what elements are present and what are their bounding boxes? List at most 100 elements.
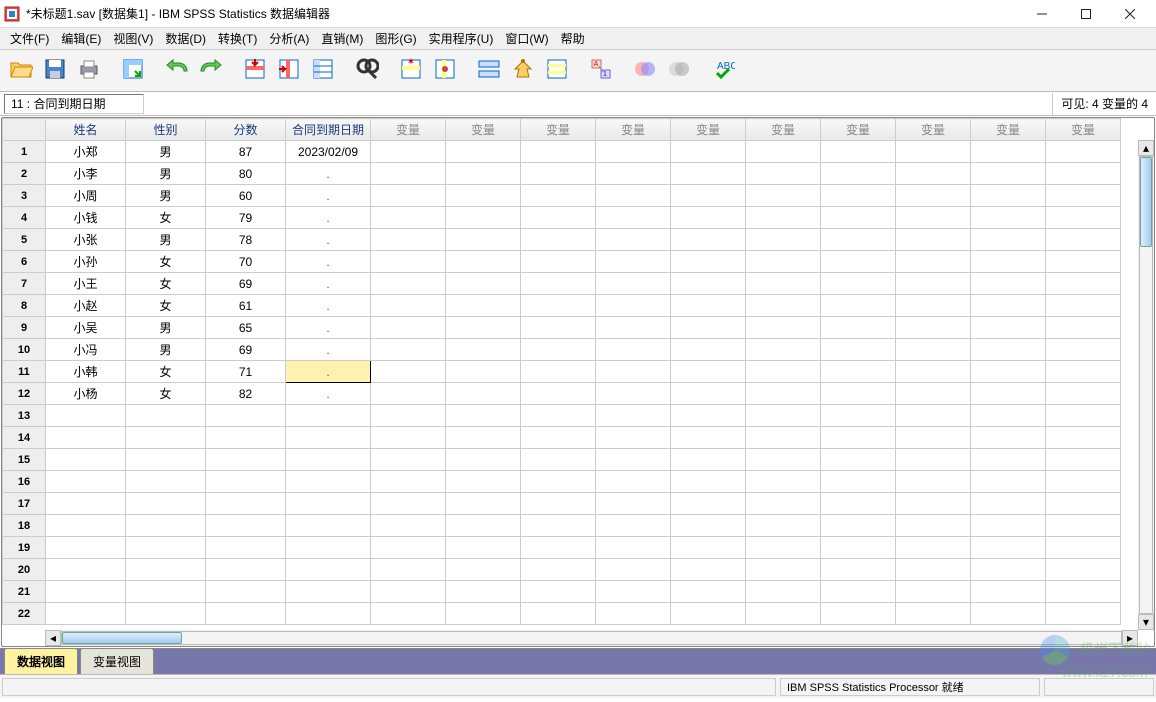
data-cell[interactable] (446, 581, 521, 603)
data-cell[interactable] (46, 537, 126, 559)
table-row[interactable]: 5小张男78. (3, 229, 1121, 251)
data-cell[interactable] (821, 295, 896, 317)
data-cell[interactable] (371, 383, 446, 405)
row-number[interactable]: 14 (3, 427, 46, 449)
table-row[interactable]: 13 (3, 405, 1121, 427)
data-cell[interactable]: 小韩 (46, 361, 126, 383)
data-cell[interactable] (126, 471, 206, 493)
data-cell[interactable] (521, 339, 596, 361)
data-cell[interactable] (446, 251, 521, 273)
data-cell[interactable] (286, 581, 371, 603)
data-cell[interactable] (896, 537, 971, 559)
data-cell[interactable] (521, 603, 596, 625)
data-cell[interactable] (46, 471, 126, 493)
table-row[interactable]: 11小韩女71. (3, 361, 1121, 383)
data-cell[interactable] (746, 603, 821, 625)
data-cell[interactable]: . (286, 207, 371, 229)
data-cell[interactable] (126, 603, 206, 625)
data-cell[interactable]: . (286, 163, 371, 185)
data-cell[interactable] (746, 559, 821, 581)
data-cell[interactable] (206, 515, 286, 537)
data-cell[interactable] (446, 229, 521, 251)
data-cell[interactable] (746, 339, 821, 361)
data-cell[interactable] (126, 493, 206, 515)
data-cell[interactable] (446, 273, 521, 295)
data-cell[interactable] (521, 449, 596, 471)
data-cell[interactable] (596, 229, 671, 251)
goto-var-button[interactable] (274, 56, 304, 86)
data-cell[interactable] (671, 295, 746, 317)
table-row[interactable]: 15 (3, 449, 1121, 471)
data-cell[interactable] (521, 515, 596, 537)
data-cell[interactable] (821, 185, 896, 207)
data-cell[interactable] (971, 405, 1046, 427)
maximize-button[interactable] (1064, 1, 1108, 27)
menu-d[interactable]: 数据(D) (159, 28, 212, 49)
data-cell[interactable] (286, 493, 371, 515)
data-cell[interactable] (596, 449, 671, 471)
data-cell[interactable] (596, 383, 671, 405)
data-cell[interactable]: . (286, 185, 371, 207)
data-cell[interactable] (446, 493, 521, 515)
data-cell[interactable] (746, 361, 821, 383)
data-cell[interactable] (1046, 207, 1121, 229)
data-cell[interactable] (46, 603, 126, 625)
data-cell[interactable] (1046, 251, 1121, 273)
data-cell[interactable] (671, 449, 746, 471)
data-cell[interactable] (671, 207, 746, 229)
row-number[interactable]: 9 (3, 317, 46, 339)
table-row[interactable]: 18 (3, 515, 1121, 537)
menu-w[interactable]: 窗口(W) (499, 28, 554, 49)
data-cell[interactable] (746, 405, 821, 427)
data-cell[interactable] (971, 515, 1046, 537)
row-number[interactable]: 15 (3, 449, 46, 471)
data-cell[interactable] (896, 295, 971, 317)
hscroll-thumb[interactable] (62, 632, 182, 644)
pivot-button[interactable] (118, 56, 148, 86)
data-cell[interactable] (46, 405, 126, 427)
data-cell[interactable] (521, 229, 596, 251)
data-cell[interactable] (821, 493, 896, 515)
data-cell[interactable] (521, 559, 596, 581)
data-cell[interactable] (821, 427, 896, 449)
data-cell[interactable] (371, 207, 446, 229)
data-cell[interactable]: 小钱 (46, 207, 126, 229)
data-cell[interactable] (971, 427, 1046, 449)
data-cell[interactable] (971, 537, 1046, 559)
data-cell[interactable] (746, 295, 821, 317)
data-cell[interactable] (371, 427, 446, 449)
table-row[interactable]: 7小王女69. (3, 273, 1121, 295)
data-cell[interactable] (1046, 229, 1121, 251)
data-cell[interactable]: 男 (126, 339, 206, 361)
data-cell[interactable] (896, 383, 971, 405)
data-cell[interactable] (46, 493, 126, 515)
data-cell[interactable] (446, 163, 521, 185)
data-cell[interactable] (1046, 295, 1121, 317)
column-header-placeholder[interactable]: 变量 (1046, 119, 1121, 141)
data-cell[interactable] (746, 207, 821, 229)
data-cell[interactable] (971, 581, 1046, 603)
data-cell[interactable]: . (286, 317, 371, 339)
data-cell[interactable] (596, 361, 671, 383)
data-cell[interactable] (1046, 515, 1121, 537)
data-cell[interactable] (746, 449, 821, 471)
column-header-placeholder[interactable]: 变量 (521, 119, 596, 141)
menu-e[interactable]: 编辑(E) (55, 28, 107, 49)
column-header[interactable]: 姓名 (46, 119, 126, 141)
data-cell[interactable]: 小赵 (46, 295, 126, 317)
row-number[interactable]: 11 (3, 361, 46, 383)
column-header-placeholder[interactable]: 变量 (446, 119, 521, 141)
data-cell[interactable] (286, 427, 371, 449)
data-cell[interactable]: . (286, 229, 371, 251)
data-cell[interactable] (371, 603, 446, 625)
data-cell[interactable] (46, 515, 126, 537)
goto-case-button[interactable] (240, 56, 270, 86)
data-cell[interactable] (596, 295, 671, 317)
data-cell[interactable] (371, 537, 446, 559)
data-cell[interactable] (521, 471, 596, 493)
data-cell[interactable] (671, 383, 746, 405)
data-cell[interactable] (1046, 449, 1121, 471)
data-cell[interactable] (1046, 559, 1121, 581)
data-cell[interactable] (596, 207, 671, 229)
data-cell[interactable]: 女 (126, 273, 206, 295)
